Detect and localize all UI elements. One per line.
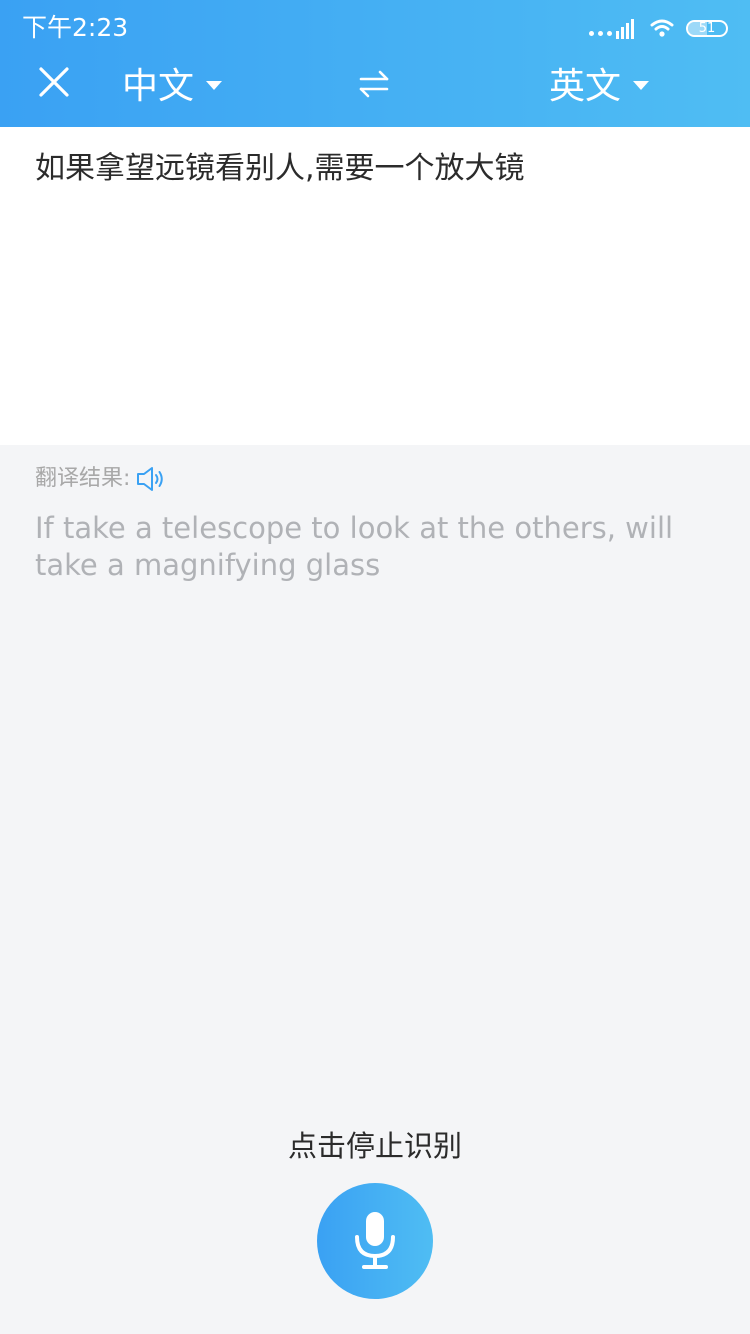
microphone-button[interactable] — [317, 1183, 433, 1299]
wifi-icon — [650, 19, 674, 37]
stop-recognition-hint: 点击停止识别 — [287, 1129, 462, 1163]
signal-icon — [589, 17, 636, 39]
chevron-down-icon — [633, 80, 650, 90]
header-bar: 下午2:23 51 中文 英文 — [0, 0, 750, 127]
swap-arrows-icon[interactable] — [356, 66, 392, 102]
status-time: 下午2:23 — [22, 13, 129, 42]
source-language-label: 中文 — [122, 66, 195, 107]
result-label-row: 翻译结果: — [35, 463, 166, 495]
status-icons: 51 — [589, 14, 728, 42]
microphone-icon — [355, 1212, 395, 1269]
chevron-down-icon — [206, 80, 223, 90]
battery-icon: 51 — [686, 19, 728, 37]
close-icon[interactable] — [34, 62, 74, 102]
source-text-panel[interactable]: 如果拿望远镜看别人,需要一个放大镜 — [0, 127, 750, 445]
source-text: 如果拿望远镜看别人,需要一个放大镜 — [35, 151, 525, 186]
target-language-select[interactable]: 英文 — [549, 58, 650, 108]
target-language-label: 英文 — [549, 66, 622, 107]
battery-level: 51 — [698, 20, 716, 36]
result-label: 翻译结果: — [35, 466, 131, 491]
source-language-select[interactable]: 中文 — [122, 58, 223, 108]
speaker-icon[interactable] — [134, 463, 166, 495]
translation-result: If take a telescope to look at the other… — [35, 511, 674, 582]
